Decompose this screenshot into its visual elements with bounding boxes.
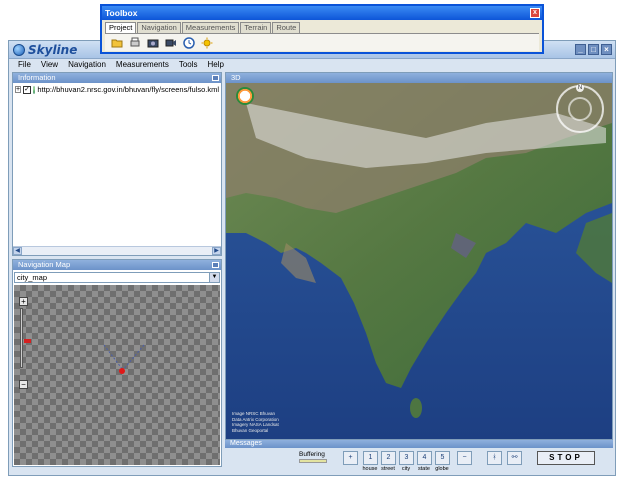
window-controls: _ □ × (575, 44, 612, 55)
pin-icon[interactable] (212, 75, 219, 81)
menu-bar: File View Navigation Measurements Tools … (9, 59, 615, 71)
credit-line: Bhuvan Geoportal (232, 427, 269, 433)
close-button[interactable]: × (601, 44, 612, 55)
3d-view-title: 3D (231, 73, 241, 82)
app-logo-text: Skyline (28, 43, 78, 57)
bottom-toolbar: Buffering + 1 house 2 street 3 city 4 st… (225, 449, 613, 475)
3d-globe-view[interactable] (226, 83, 612, 439)
level-street-label: street (381, 466, 395, 472)
link-icon[interactable]: ⚯ (507, 451, 522, 465)
toolbox-icon-row (105, 33, 539, 51)
toolbox-close-button[interactable]: x (530, 8, 540, 18)
layer-checkbox[interactable]: ✓ (23, 85, 31, 94)
menu-navigation[interactable]: Navigation (63, 59, 111, 71)
bhuvan-logo-icon (236, 87, 254, 105)
level-house-label: house (362, 466, 378, 472)
camera-icon[interactable] (147, 37, 159, 49)
person-icon[interactable]: ᚼ (487, 451, 502, 465)
pin-icon[interactable] (212, 262, 219, 268)
chevron-down-icon[interactable]: ▼ (209, 273, 219, 282)
print-icon[interactable] (129, 37, 141, 49)
level-globe-button[interactable]: 5 (435, 451, 450, 465)
horizontal-scrollbar[interactable]: ◀ ▶ (13, 246, 221, 255)
level-state-button[interactable]: 4 (417, 451, 432, 465)
information-panel: Information + ✓ http://bhuvan2.nrsc.gov.… (12, 72, 222, 256)
menu-measurements[interactable]: Measurements (111, 59, 174, 71)
tree-item[interactable]: + ✓ http://bhuvan2.nrsc.gov.in/bhuvan/fl… (15, 85, 219, 94)
video-record-icon[interactable] (165, 37, 177, 49)
tree-item-label[interactable]: http://bhuvan2.nrsc.gov.in/bhuvan/fly/sc… (37, 85, 219, 94)
level-street-button[interactable]: 2 (381, 451, 396, 465)
zoom-in-button[interactable]: + (19, 297, 28, 306)
sun-icon[interactable] (201, 37, 213, 49)
toolbox-window: Toolbox x Project Navigation Measurement… (100, 4, 544, 54)
navigation-map-panel: Navigation Map city_map ▼ + − (12, 259, 222, 467)
navigation-map-header: Navigation Map (13, 260, 221, 270)
skyline-globe-icon (13, 44, 25, 56)
buffering-progress-bar (299, 459, 327, 463)
minimize-button[interactable]: _ (575, 44, 586, 55)
view-cone-icon (103, 344, 145, 371)
main-window: Skyline _ □ × File View Navigation Measu… (8, 40, 616, 476)
clock-icon[interactable] (183, 36, 195, 49)
menu-help[interactable]: Help (203, 59, 229, 71)
menu-tools[interactable]: Tools (174, 59, 203, 71)
menu-view[interactable]: View (36, 59, 63, 71)
level-city-label: city (401, 466, 411, 472)
stop-button[interactable]: STOP (537, 451, 595, 465)
kml-globe-icon (32, 85, 36, 94)
compass-ring[interactable] (568, 97, 592, 121)
toolbox-title: Toolbox (105, 8, 138, 18)
map-select[interactable]: city_map ▼ (14, 272, 220, 283)
information-panel-header: Information (13, 73, 221, 83)
level-city-button[interactable]: 3 (399, 451, 414, 465)
zoom-out-button[interactable]: − (457, 451, 472, 465)
scroll-right-icon[interactable]: ▶ (212, 247, 221, 255)
map-credits: Image NRSC Bhuvan Data Antrix Corporatio… (232, 411, 279, 433)
map-select-value: city_map (17, 273, 48, 282)
expand-icon[interactable]: + (15, 86, 22, 93)
information-panel-title: Information (18, 73, 56, 82)
open-folder-icon[interactable] (111, 37, 123, 49)
camera-position-marker (119, 368, 125, 374)
credit-line: Imagery NASA Landsat (232, 422, 279, 427)
level-state-label: state (418, 466, 430, 472)
tab-navigation[interactable]: Navigation (137, 22, 181, 33)
toolbox-title-bar: Toolbox x (102, 6, 542, 20)
compass-north-icon[interactable]: N (576, 84, 584, 92)
scroll-left-icon[interactable]: ◀ (13, 247, 22, 255)
tab-terrain[interactable]: Terrain (240, 22, 272, 33)
menu-file[interactable]: File (13, 59, 36, 71)
messages-title: Messages (230, 440, 262, 447)
navigation-map-title: Navigation Map (18, 260, 71, 269)
zoom-slider-thumb[interactable] (24, 339, 31, 343)
zoom-slider[interactable] (20, 308, 31, 368)
3d-view-panel: 3D N Image NRSC Bhuvan Data Antrix Corpo… (225, 72, 613, 440)
compass-icon[interactable]: N (556, 84, 604, 133)
messages-bar[interactable]: Messages (225, 440, 613, 448)
zoom-out-button[interactable]: − (19, 380, 28, 389)
level-globe-label: globe (435, 466, 449, 472)
tab-route[interactable]: Route (272, 22, 301, 33)
tab-project[interactable]: Project (105, 22, 137, 33)
navigation-map-canvas[interactable]: + − (14, 285, 220, 465)
level-house-button[interactable]: 1 (363, 451, 378, 465)
zoom-in-button[interactable]: + (343, 451, 358, 465)
maximize-button[interactable]: □ (588, 44, 599, 55)
app-logo: Skyline (13, 42, 77, 58)
buffering-label: Buffering (299, 451, 325, 458)
credit-line: Image NRSC Bhuvan (232, 411, 276, 416)
tab-measurements[interactable]: Measurements (181, 22, 240, 33)
3d-view-header: 3D (226, 73, 612, 83)
toolbox-tabs: Project Navigation Measurements Terrain … (102, 20, 542, 33)
